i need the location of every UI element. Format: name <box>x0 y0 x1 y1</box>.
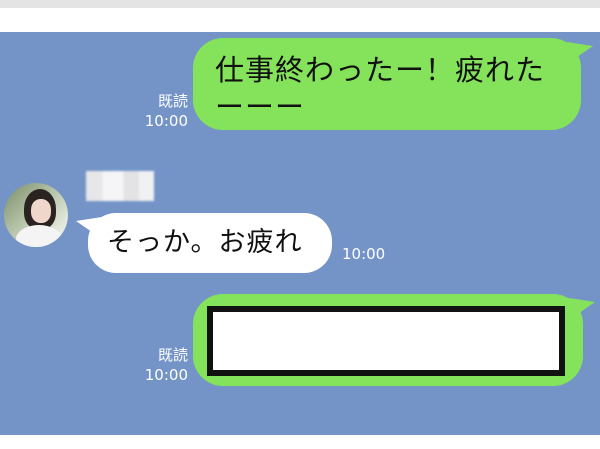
outgoing-message-bubble-hidden[interactable] <box>193 294 595 386</box>
avatar-face <box>31 199 51 223</box>
outgoing-message-bubble[interactable]: 仕事終わったー！疲れたーーー <box>193 38 593 130</box>
message-time: 10:00 <box>144 112 188 130</box>
bottom-strip <box>0 435 600 449</box>
avatar-body <box>16 225 62 247</box>
message-1-meta: 既読 10:00 <box>130 91 188 131</box>
top-strip <box>0 0 600 8</box>
message-time: 10:00 <box>144 366 188 384</box>
message-text: そっか。お疲れ <box>107 227 303 258</box>
message-2-time: 10:00 <box>342 245 386 263</box>
message-text: 仕事終わったー！疲れたーーー <box>215 53 546 124</box>
read-receipt: 既読 <box>157 346 188 364</box>
incoming-message-bubble[interactable]: そっか。お疲れ <box>76 213 332 273</box>
blurred-name-icon <box>86 171 154 201</box>
profile-photo-icon[interactable] <box>4 183 68 247</box>
message-3-meta: 既読 10:00 <box>130 345 188 385</box>
read-receipt: 既読 <box>157 92 188 110</box>
hidden-message-box <box>207 306 565 376</box>
